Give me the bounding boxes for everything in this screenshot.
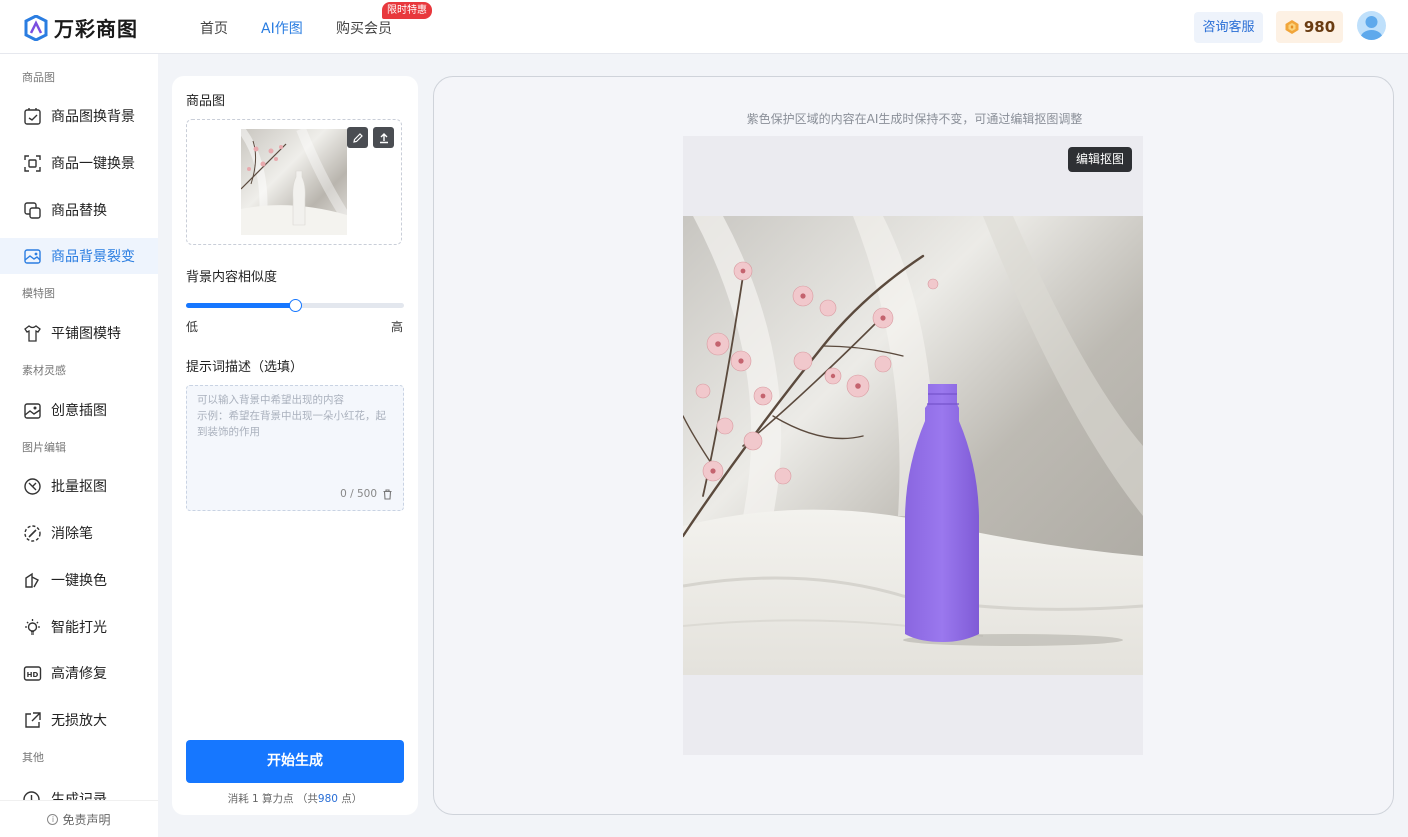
generate-button[interactable]: 开始生成 — [186, 740, 404, 783]
shirt-model-icon — [22, 323, 42, 343]
sidebar-item-label: 无损放大 — [51, 713, 107, 729]
preview-canvas: 紫色保护区域的内容在AI生成时保持不变，可通过编辑抠图调整 编辑抠图 — [433, 76, 1394, 815]
sidebar-group-edit: 图片编辑 — [22, 441, 66, 454]
logo-icon — [24, 14, 48, 41]
settings-panel: 商品图 背景内容相似度 低 高 提示词描述（选填） 可以输入背景中希望出现的内容… — [172, 76, 418, 815]
prompt-counter: 0 / 500 — [340, 486, 393, 502]
upscale-icon — [22, 710, 42, 730]
user-icon — [1360, 16, 1383, 40]
top-bar: 万彩商图 首页 AI作图 购买会员 限时特惠 咨询客服 980 — [0, 0, 1408, 54]
upload-image-button[interactable] — [373, 127, 394, 148]
sidebar-item-label: 高清修复 — [51, 666, 107, 682]
sidebar-group-model: 模特图 — [22, 287, 55, 300]
product-image-label: 商品图 — [186, 94, 226, 109]
sidebar-item-scene-swap[interactable]: 商品一键换景 — [0, 145, 158, 181]
sidebar-item-hd-repair[interactable]: HD 高清修复 — [0, 655, 158, 691]
product-photo — [683, 216, 1143, 675]
sidebar-item-label: 一键换色 — [51, 573, 107, 589]
sidebar-item-smart-light[interactable]: 智能打光 — [0, 609, 158, 645]
cost-suffix: 点） — [337, 793, 363, 805]
cost-info: 消耗 1 算力点 （共980 点） — [172, 791, 418, 806]
upload-icon — [379, 132, 388, 143]
product-replace-icon — [22, 200, 42, 220]
sidebar: 商品图 商品图换背景 商品一键换景 商品替换 商品背景裂变 模特图 平铺图模特 … — [0, 54, 158, 837]
product-thumbnail — [241, 129, 347, 235]
sidebar-item-eraser[interactable]: 消除笔 — [0, 515, 158, 551]
logo[interactable]: 万彩商图 — [24, 13, 138, 42]
similarity-label: 背景内容相似度 — [186, 270, 278, 285]
creative-image-icon — [22, 400, 42, 420]
hd-icon: HD — [22, 663, 42, 683]
disclaimer-link[interactable]: i 免责声明 — [0, 800, 158, 837]
sidebar-item-label: 创意插图 — [51, 403, 107, 419]
sidebar-group-product: 商品图 — [22, 71, 55, 84]
prompt-textarea[interactable]: 可以输入背景中希望出现的内容 示例：希望在背景中出现一朵小红花，起到装饰的作用 … — [186, 385, 404, 511]
sidebar-item-flat-model[interactable]: 平铺图模特 — [0, 315, 158, 351]
protect-hint: 紫色保护区域的内容在AI生成时保持不变，可通过编辑抠图调整 — [746, 112, 1083, 126]
edit-cutout-button[interactable]: 编辑抠图 — [1067, 147, 1132, 172]
points-value: 980 — [1303, 18, 1336, 36]
slider-fill — [186, 303, 295, 308]
image-stage: 编辑抠图 — [683, 136, 1143, 755]
sidebar-item-label: 批量抠图 — [51, 479, 107, 495]
sidebar-item-label: 商品背景裂变 — [51, 249, 135, 265]
sidebar-item-upscale[interactable]: 无损放大 — [0, 702, 158, 738]
pencil-icon — [352, 132, 363, 143]
scene-swap-icon — [22, 153, 42, 173]
prompt-count-text: 0 / 500 — [340, 488, 377, 500]
sidebar-item-label: 商品一键换景 — [51, 156, 135, 172]
batch-cutout-icon — [22, 476, 42, 496]
background-variant-icon — [22, 246, 42, 266]
consult-button[interactable]: 咨询客服 — [1194, 12, 1263, 43]
sidebar-item-background-variant[interactable]: 商品背景裂变 — [0, 238, 158, 274]
disclaimer-label: 免责声明 — [62, 812, 111, 827]
sidebar-item-label: 平铺图模特 — [51, 326, 121, 342]
eraser-pen-icon — [22, 523, 42, 543]
sidebar-item-recolor[interactable]: 一键换色 — [0, 562, 158, 598]
history-icon — [22, 790, 42, 800]
product-image-upload[interactable] — [186, 119, 402, 245]
nav-membership[interactable]: 购买会员 — [336, 18, 392, 38]
prompt-placeholder-line1: 可以输入背景中希望出现的内容 — [197, 394, 344, 406]
promo-badge: 限时特惠 — [382, 2, 432, 19]
sidebar-item-creative-image[interactable]: 创意插图 — [0, 392, 158, 428]
logo-text: 万彩商图 — [54, 17, 138, 41]
cost-prefix: 消耗 1 算力点 （共 — [227, 793, 318, 805]
recolor-icon — [22, 570, 42, 590]
sidebar-item-product-replace[interactable]: 商品替换 — [0, 192, 158, 228]
nav-home[interactable]: 首页 — [200, 18, 228, 38]
sidebar-item-change-background[interactable]: 商品图换背景 — [0, 98, 158, 134]
info-icon: i — [47, 813, 59, 825]
similarity-slider[interactable] — [186, 299, 404, 312]
sidebar-item-label: 商品图换背景 — [51, 109, 135, 125]
avatar[interactable] — [1357, 11, 1386, 40]
slider-high-label: 高 — [391, 320, 404, 334]
slider-handle[interactable] — [289, 299, 302, 312]
trash-icon[interactable] — [382, 488, 393, 500]
prompt-label: 提示词描述（选填） — [186, 360, 304, 375]
sidebar-group-inspiration: 素材灵感 — [22, 364, 66, 377]
sidebar-item-history[interactable]: 生成记录 — [22, 790, 142, 800]
lightbulb-icon — [22, 617, 42, 637]
sidebar-item-batch-cutout[interactable]: 批量抠图 — [0, 468, 158, 504]
points-button[interactable]: 980 — [1276, 11, 1343, 43]
slider-low-label: 低 — [186, 320, 199, 334]
sidebar-item-label: 商品替换 — [51, 203, 107, 219]
nav-ai-create[interactable]: AI作图 — [261, 18, 303, 38]
sidebar-item-label: 生成记录 — [51, 792, 107, 800]
sidebar-group-other: 其他 — [22, 751, 44, 764]
gem-icon — [1285, 20, 1299, 34]
cost-points: 980 — [317, 793, 338, 805]
svg-text:HD: HD — [26, 671, 38, 679]
edit-image-button[interactable] — [347, 127, 368, 148]
sidebar-item-label: 智能打光 — [51, 620, 107, 636]
sidebar-item-label: 消除笔 — [51, 526, 93, 542]
prompt-placeholder-line2: 示例：希望在背景中出现一朵小红花，起到装饰的作用 — [197, 410, 386, 438]
image-swap-icon — [22, 106, 42, 126]
